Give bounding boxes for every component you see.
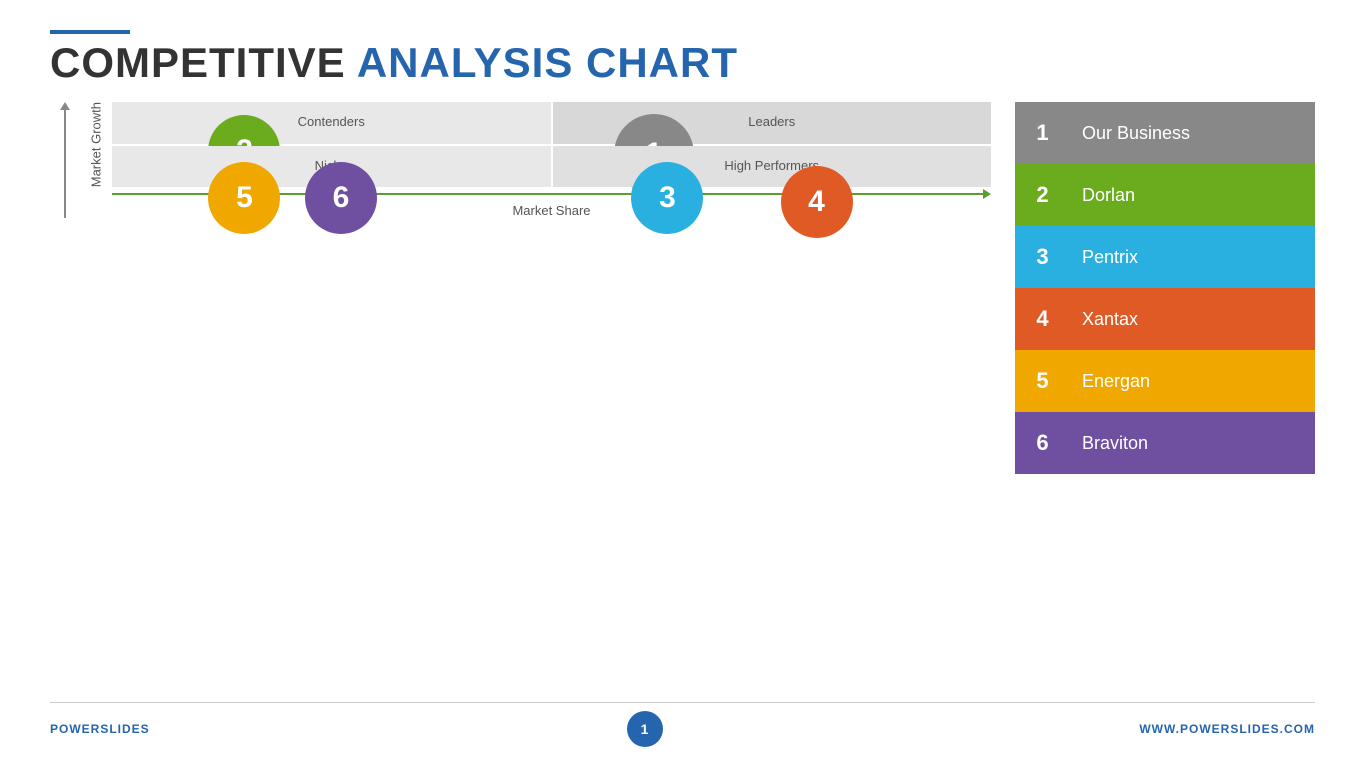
- legend-name-5: Energan: [1070, 350, 1315, 412]
- bubble-4: 4: [781, 166, 853, 238]
- quadrant-niche: Niche 5 6: [112, 146, 551, 188]
- y-axis: [50, 102, 80, 218]
- x-axis-label: Market Share: [512, 203, 590, 218]
- legend-number-3: 3: [1015, 226, 1070, 288]
- header-accent-line: [50, 30, 130, 34]
- legend-name-3: Pentrix: [1070, 226, 1315, 288]
- legend-item-6: 6 Braviton: [1015, 412, 1315, 474]
- footer-brand-black: POWER: [50, 722, 100, 736]
- quadrant-high-performers: High Performers 3 4: [553, 146, 992, 188]
- footer-brand: POWERSLIDES: [50, 722, 150, 736]
- legend-number-4: 4: [1015, 288, 1070, 350]
- legend-number-5: 5: [1015, 350, 1070, 412]
- quadrant-leaders: Leaders 1: [553, 102, 992, 144]
- legend-item-3: 3 Pentrix: [1015, 226, 1315, 288]
- bubble-5: 5: [208, 162, 280, 234]
- y-axis-arrow: [60, 102, 70, 110]
- bubble-6: 6: [305, 162, 377, 234]
- quadrant-contenders: Contenders 2: [112, 102, 551, 144]
- contenders-label: Contenders: [124, 114, 539, 129]
- footer-brand-blue: SLIDES: [100, 722, 149, 736]
- header: COMPETITIVE ANALYSIS CHART: [50, 30, 1315, 84]
- content-area: Market Growth Contenders 2: [50, 102, 1315, 692]
- chart-and-x: Market Growth Contenders 2: [86, 102, 991, 218]
- legend-item-2: 2 Dorlan: [1015, 164, 1315, 226]
- legend-name-2: Dorlan: [1070, 164, 1315, 226]
- quadrants-grid: Contenders 2 Leaders 1: [112, 102, 991, 187]
- legend-name-6: Braviton: [1070, 412, 1315, 474]
- legend-name-1: Our Business: [1070, 102, 1315, 164]
- legend-number-1: 1: [1015, 102, 1070, 164]
- legend: 1 Our Business 2 Dorlan 3 Pentrix 4 Xant…: [1015, 102, 1315, 474]
- page: COMPETITIVE ANALYSIS CHART Market: [0, 0, 1365, 767]
- legend-item-5: 5 Energan: [1015, 350, 1315, 412]
- legend-item-4: 4 Xantax: [1015, 288, 1315, 350]
- y-axis-line: [64, 110, 66, 218]
- high-performers-label: High Performers: [565, 158, 980, 173]
- x-axis-arrow: [983, 189, 991, 199]
- legend-number-2: 2: [1015, 164, 1070, 226]
- chart-inner: Market Growth Contenders 2: [86, 102, 991, 187]
- y-axis-label: Market Growth: [86, 102, 106, 187]
- legend-number-6: 6: [1015, 412, 1070, 474]
- footer: POWERSLIDES 1 WWW.POWERSLIDES.COM: [50, 702, 1315, 747]
- legend-item-1: 1 Our Business: [1015, 102, 1315, 164]
- title-black: COMPETITIVE: [50, 39, 346, 86]
- footer-page-number: 1: [627, 711, 663, 747]
- y-label-container: Market Growth: [86, 102, 106, 187]
- page-title: COMPETITIVE ANALYSIS CHART: [50, 42, 1315, 84]
- title-blue: ANALYSIS CHART: [357, 39, 738, 86]
- legend-name-4: Xantax: [1070, 288, 1315, 350]
- chart-wrapper: Market Growth Contenders 2: [50, 102, 991, 218]
- footer-url: WWW.POWERSLIDES.COM: [1139, 722, 1315, 736]
- bubble-3: 3: [631, 162, 703, 234]
